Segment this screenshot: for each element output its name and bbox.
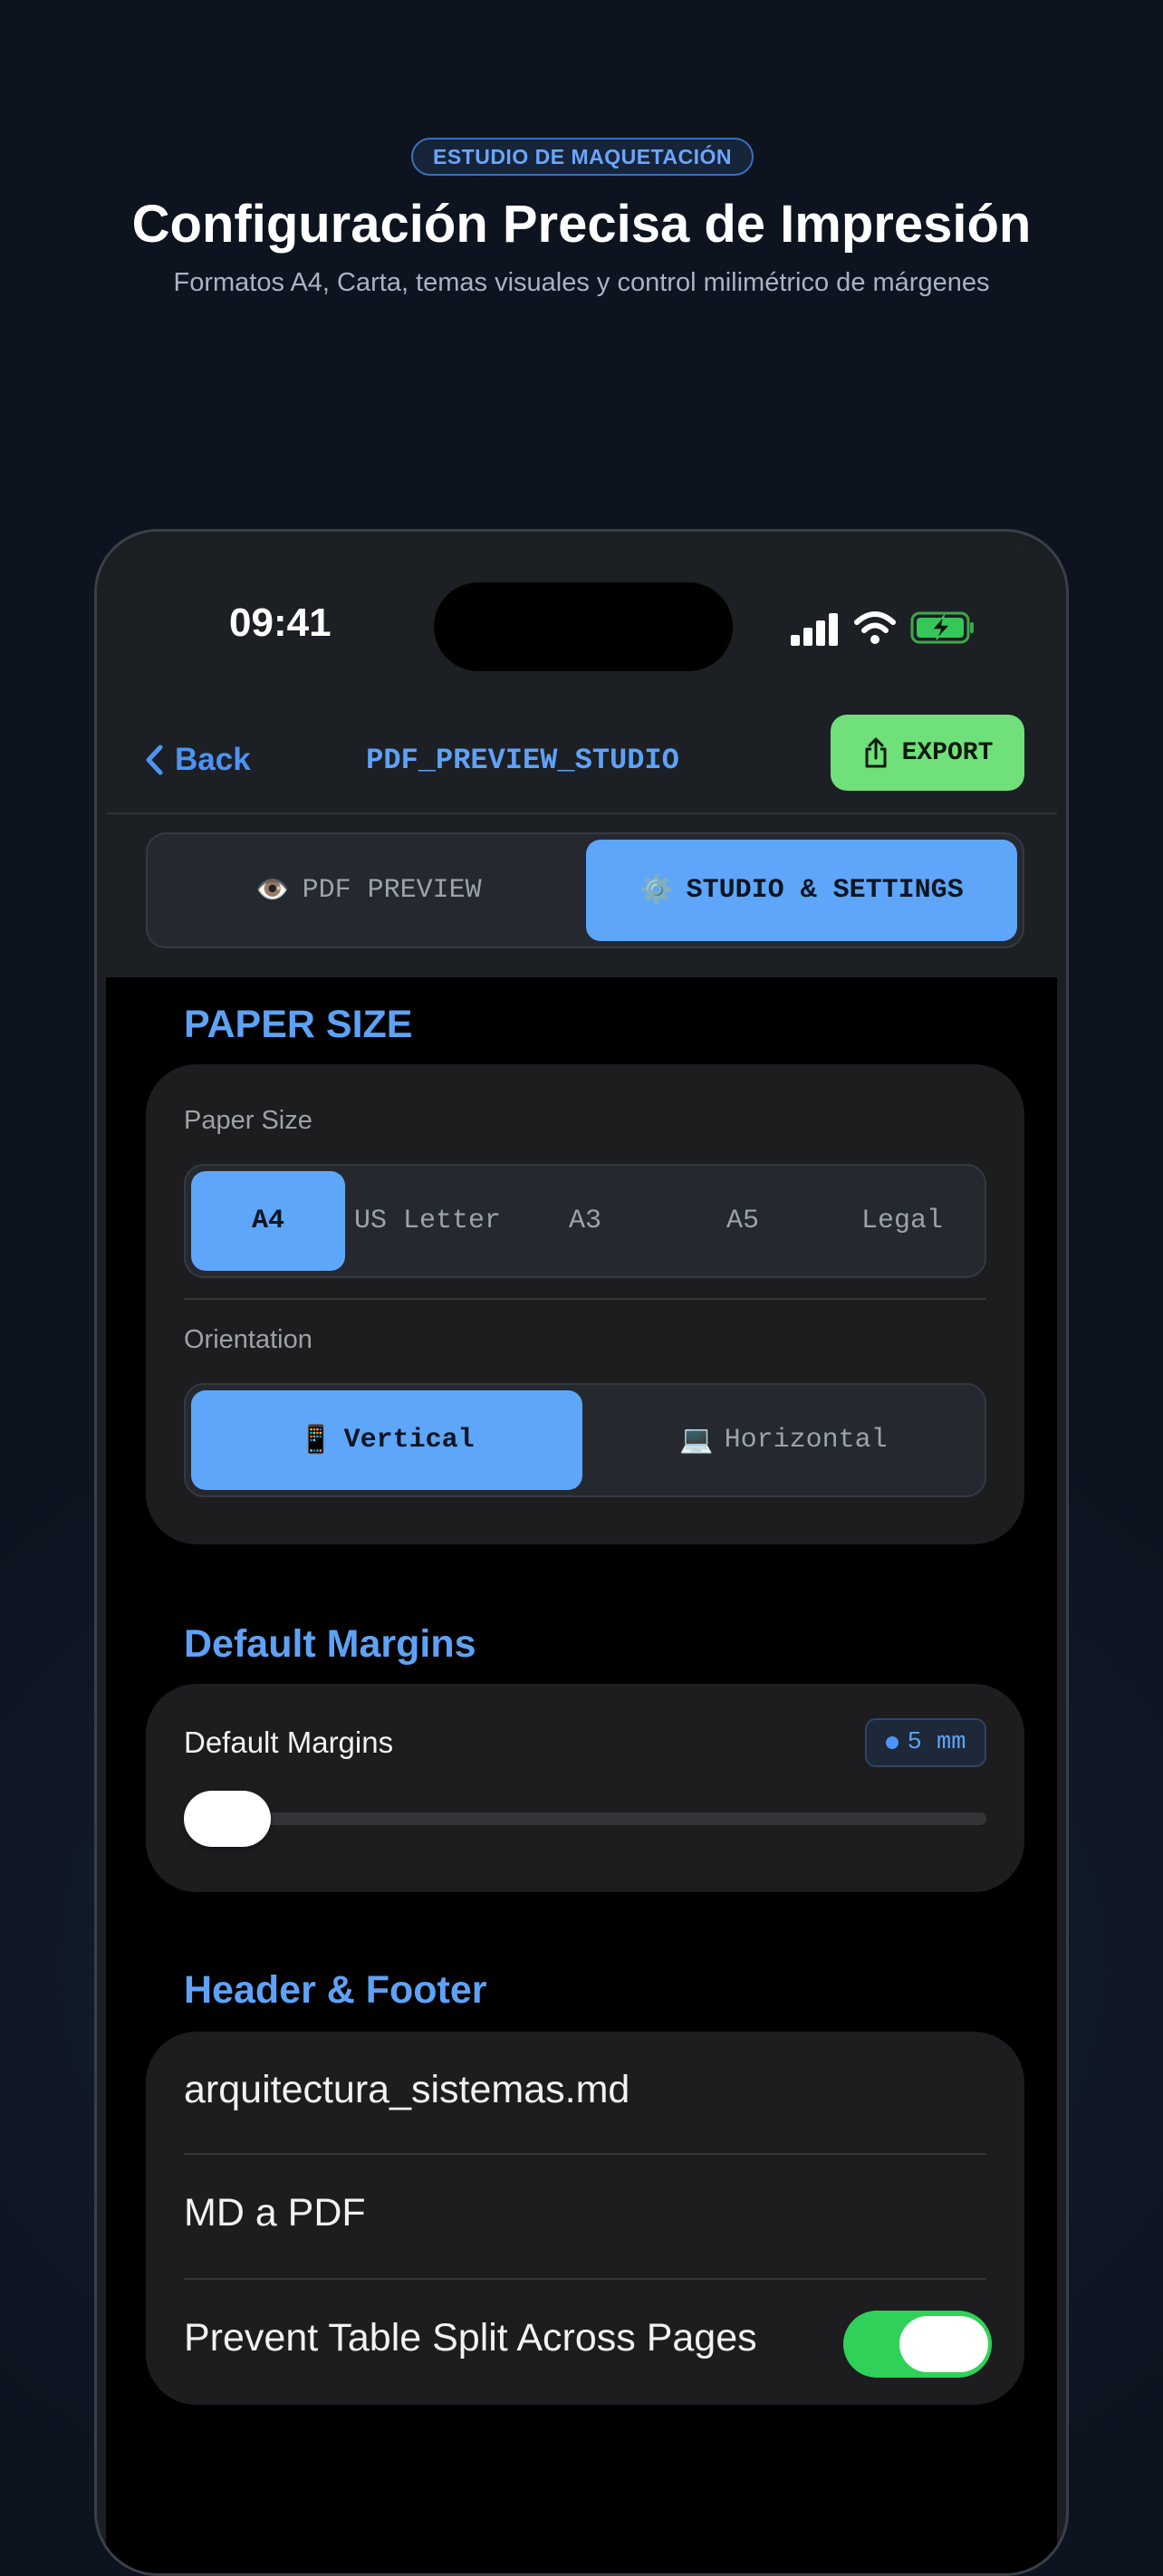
wifi-icon	[854, 611, 896, 644]
margin-value: 5 mm	[907, 1729, 966, 1756]
status-time: 09:41	[229, 601, 332, 645]
hero-subtitle: Formatos A4, Carta, temas visuales y con…	[173, 268, 990, 297]
phone-screen: 09:41 Back PDF_PREVIEW_STUDIO EXPORT 👁️ …	[106, 541, 1057, 2573]
card-divider	[184, 1298, 986, 1300]
tab-pdf-preview[interactable]: 👁️ PDF PREVIEW	[153, 840, 584, 941]
card-divider	[184, 2153, 986, 2155]
toggle-knob	[899, 2316, 988, 2372]
back-button[interactable]: Back	[144, 742, 251, 778]
footer-text-field[interactable]: MD a PDF	[184, 2191, 366, 2235]
paper-size-label: Paper Size	[184, 1106, 312, 1135]
back-label: Back	[175, 742, 251, 777]
orientation-label-horizontal: Horizontal	[724, 1425, 888, 1456]
header-footer-card: arquitectura_sistemas.md MD a PDF Preven…	[146, 2032, 1024, 2405]
export-label: EXPORT	[901, 738, 994, 767]
hero-badge: ESTUDIO DE MAQUETACIÓN	[411, 138, 754, 176]
orientation-vertical[interactable]: 📱 Vertical	[191, 1390, 582, 1490]
margins-card: Default Margins 5 mm	[146, 1684, 1024, 1892]
section-title-margins: Default Margins	[184, 1622, 476, 1666]
orientation-selector: 📱 Vertical 💻 Horizontal	[184, 1383, 986, 1497]
paper-settings-card: Paper Size A4 US Letter A3 A5 Legal Orie…	[146, 1064, 1024, 1544]
orientation-label: Orientation	[184, 1325, 312, 1354]
header-text-field[interactable]: arquitectura_sistemas.md	[184, 2068, 630, 2112]
paper-size-a5[interactable]: A5	[666, 1171, 820, 1271]
eye-icon: 👁️	[255, 876, 290, 908]
paper-size-us-letter[interactable]: US Letter	[351, 1171, 505, 1271]
prevent-table-split-toggle[interactable]	[843, 2311, 992, 2378]
margins-label: Default Margins	[184, 1725, 394, 1759]
view-switch: 👁️ PDF PREVIEW ⚙️ STUDIO & SETTINGS	[146, 832, 1024, 948]
gear-icon: ⚙️	[639, 876, 674, 908]
nav-title: PDF_PREVIEW_STUDIO	[366, 744, 679, 777]
margin-value-badge: 5 mm	[865, 1718, 986, 1767]
section-title-header-footer: Header & Footer	[184, 1968, 487, 2012]
paper-size-a4[interactable]: A4	[191, 1171, 345, 1271]
tab-label: STUDIO & SETTINGS	[686, 875, 964, 906]
card-divider	[184, 2278, 986, 2280]
top-bar: 09:41 Back PDF_PREVIEW_STUDIO EXPORT 👁️ …	[106, 541, 1057, 977]
tab-label: PDF PREVIEW	[302, 875, 482, 906]
margin-slider-thumb[interactable]	[184, 1791, 271, 1847]
share-icon	[865, 737, 887, 768]
dot-icon	[885, 1736, 899, 1749]
section-title-paper-size: PAPER SIZE	[184, 1003, 413, 1046]
paper-size-selector: A4 US Letter A3 A5 Legal	[184, 1164, 986, 1278]
chevron-left-icon	[146, 745, 163, 775]
battery-charging-icon	[910, 611, 974, 644]
paper-size-legal[interactable]: Legal	[825, 1171, 979, 1271]
laptop-icon: 💻	[679, 1426, 714, 1457]
cellular-signal-icon	[791, 613, 838, 646]
orientation-horizontal[interactable]: 💻 Horizontal	[588, 1390, 979, 1490]
paper-size-a3[interactable]: A3	[508, 1171, 662, 1271]
tab-studio-settings[interactable]: ⚙️ STUDIO & SETTINGS	[586, 840, 1017, 941]
phone-frame: 09:41 Back PDF_PREVIEW_STUDIO EXPORT 👁️ …	[94, 529, 1069, 2576]
nav-divider	[106, 812, 1057, 814]
export-button[interactable]: EXPORT	[831, 715, 1024, 791]
hero-title: Configuración Precisa de Impresión	[131, 195, 1032, 254]
phone-icon: 📱	[299, 1426, 333, 1457]
dynamic-island	[434, 582, 733, 671]
orientation-label-vertical: Vertical	[343, 1425, 475, 1456]
prevent-table-split-label: Prevent Table Split Across Pages	[184, 2316, 757, 2360]
margin-slider-track[interactable]	[184, 1812, 986, 1825]
